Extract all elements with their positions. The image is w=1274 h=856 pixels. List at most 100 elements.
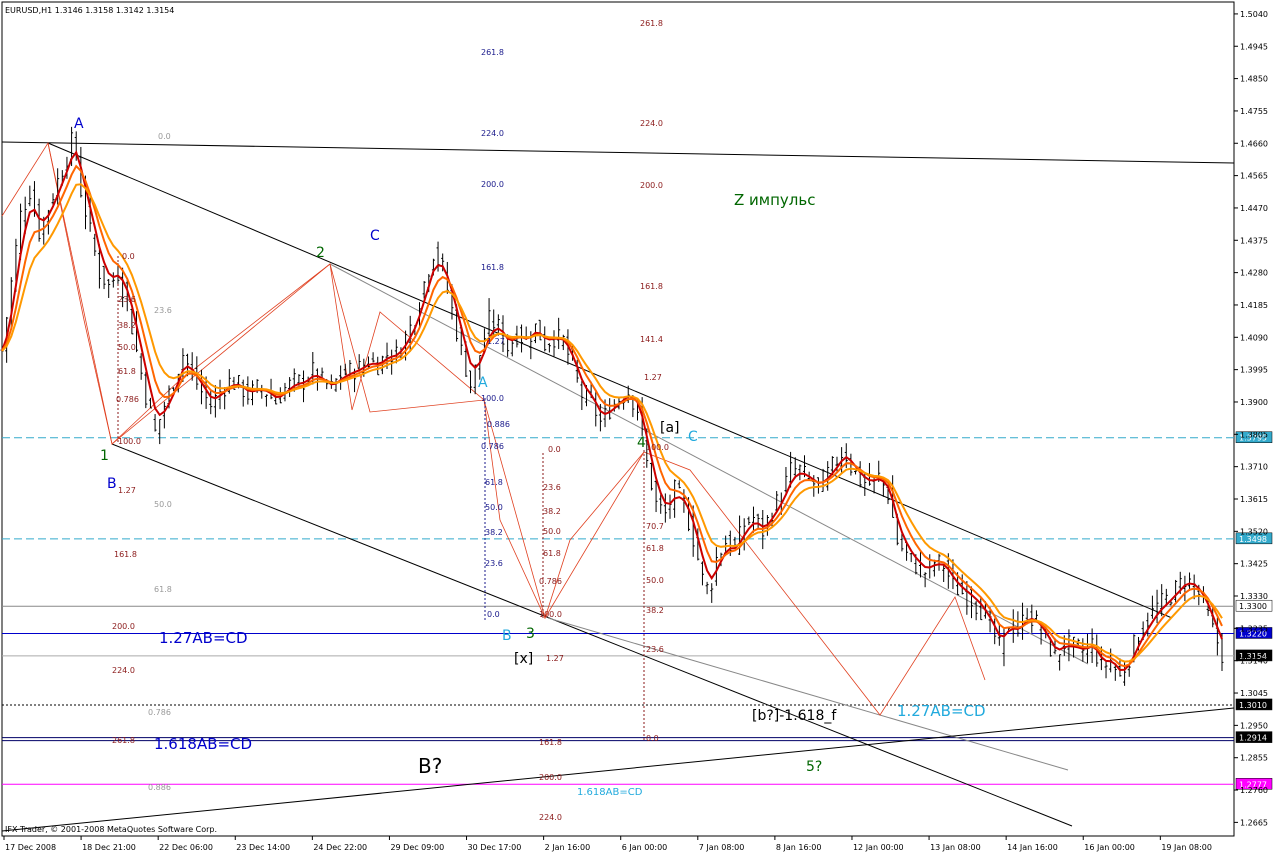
- price-tick-label: 1.4375: [1240, 236, 1268, 245]
- price-tick-label: 1.3330: [1240, 592, 1268, 601]
- price-level-label: 1.3300: [1239, 602, 1267, 611]
- wave-label-5: 5?: [806, 759, 822, 775]
- wave-label-4: 4: [637, 435, 646, 451]
- time-axis: 17 Dec 2008 18 Dec 21:00 22 Dec 06:00 23 De…: [3, 836, 1212, 852]
- fib-label: 261.8: [481, 48, 504, 57]
- wave-label-c-cyan: C: [688, 429, 698, 445]
- price-tick-label: 1.3995: [1240, 366, 1268, 375]
- price-tick-label: 1.3710: [1240, 463, 1268, 472]
- time-tick-label: 7 Jan 08:00: [699, 843, 745, 852]
- time-tick-label: 30 Dec 17:00: [468, 843, 522, 852]
- abcd-127-blue: 1.27AB=CD: [159, 629, 248, 647]
- plot-area: [1, 1, 1235, 837]
- price-tick-label: 1.5040: [1240, 10, 1268, 19]
- price-tick-label: 1.3520: [1240, 527, 1268, 536]
- wave-label-2: 2: [316, 245, 325, 261]
- fib-label: 224.0: [539, 813, 562, 822]
- price-tick-label: 1.3045: [1240, 689, 1268, 698]
- fib-label: 0.0: [158, 132, 171, 141]
- time-tick-label: 13 Jan 08:00: [930, 843, 981, 852]
- wave-label-a-bracket: [a]: [660, 420, 680, 436]
- fib-label: 0.0: [122, 252, 135, 261]
- price-tick-label: 1.4185: [1240, 301, 1268, 310]
- fib-label: 0.786: [148, 708, 171, 717]
- fib-label: 200.0: [539, 773, 562, 782]
- price-chart[interactable]: 1.37951.34981.33001.32201.31541.30101.29…: [0, 0, 1274, 856]
- wave-label-1: 1: [100, 448, 109, 464]
- time-tick-label: 19 Jan 08:00: [1161, 843, 1212, 852]
- copyright-text: IFX Trader, © 2001-2008 MetaQuotes Softw…: [5, 825, 217, 834]
- price-tick-label: 1.3425: [1240, 560, 1268, 569]
- fib-label: 224.0: [112, 666, 135, 675]
- price-tick-label: 1.4660: [1240, 139, 1268, 148]
- fib-label: 23.6: [543, 483, 561, 492]
- price-tick-label: 1.4565: [1240, 172, 1268, 181]
- wave-label-a: A: [74, 116, 84, 132]
- chart-header: EURUSD,H1 1.3146 1.3158 1.3142 1.3154: [5, 6, 174, 15]
- time-tick-label: 23 Dec 14:00: [236, 843, 290, 852]
- price-tick-label: 1.3900: [1240, 398, 1268, 407]
- fib-label: 1.27: [487, 337, 505, 346]
- abcd-1618-blue: 1.618AB=CD: [154, 735, 252, 753]
- abcd-1618-cyan: 1.618AB=CD: [577, 787, 643, 798]
- fib-label: 200.0: [481, 180, 504, 189]
- price-tick-label: 1.4850: [1240, 75, 1268, 84]
- time-tick-label: 6 Jan 00:00: [622, 843, 668, 852]
- wave-label-b-cyan: B: [502, 628, 512, 644]
- time-tick-label: 18 Dec 21:00: [82, 843, 136, 852]
- time-tick-label: 16 Jan 00:00: [1084, 843, 1135, 852]
- fib-label: 61.8: [485, 478, 503, 487]
- fib-label: 224.0: [481, 129, 504, 138]
- time-tick-label: 17 Dec 2008: [5, 843, 56, 852]
- fib-label: 61.8: [118, 367, 136, 376]
- time-tick-label: 12 Jan 00:00: [853, 843, 904, 852]
- fib-label: 100.0: [539, 610, 562, 619]
- fib-label: 261.8: [640, 19, 663, 28]
- abcd-127-cyan: 1.27AB=CD: [897, 702, 986, 720]
- time-tick-label: 29 Dec 09:00: [390, 843, 444, 852]
- price-tick-label: 1.4090: [1240, 333, 1268, 342]
- fib-label: 50.0: [485, 503, 503, 512]
- fib-label: 0.0: [646, 734, 659, 743]
- time-tick-label: 8 Jan 16:00: [776, 843, 822, 852]
- fib-label: 100.0: [646, 443, 669, 452]
- fib-label: 23.6: [646, 645, 664, 654]
- price-tick-label: 1.4755: [1240, 107, 1268, 116]
- price-tick-label: 1.3615: [1240, 495, 1268, 504]
- wave-label-a-cyan: A: [478, 375, 488, 391]
- fib-label: 0.886: [148, 783, 171, 792]
- wave-label-b-question: B?: [418, 754, 442, 778]
- fib-label: 141.4: [640, 335, 663, 344]
- fib-label: 1.27: [644, 373, 662, 382]
- fib-label: 61.8: [543, 549, 561, 558]
- fib-label: 100.0: [481, 394, 504, 403]
- price-tick-label: 1.3805: [1240, 430, 1268, 439]
- fib-label: 23.6: [154, 306, 172, 315]
- fib-label: 161.8: [114, 550, 137, 559]
- fib-label: 0.0: [548, 445, 561, 454]
- fib-label: 61.8: [646, 544, 664, 553]
- fib-label: 0.786: [539, 577, 562, 586]
- fib-label: 0.786: [481, 442, 504, 451]
- wave-label-b: B: [107, 476, 117, 492]
- price-tick-label: 1.3235: [1240, 624, 1268, 633]
- wave-label-z-impulse: Z импульс: [734, 191, 815, 209]
- fib-label: 50.0: [118, 343, 136, 352]
- time-tick-label: 24 Dec 22:00: [313, 843, 367, 852]
- fib-label: 161.8: [640, 282, 663, 291]
- wave-label-b-bracket: [b?]-1.618_f: [752, 708, 837, 724]
- time-tick-label: 2 Jan 16:00: [545, 843, 591, 852]
- time-tick-label: 14 Jan 16:00: [1007, 843, 1058, 852]
- price-tick-label: 1.2665: [1240, 818, 1268, 827]
- fib-label: 200.0: [640, 181, 663, 190]
- fib-label: 50.0: [154, 500, 172, 509]
- fib-label: 200.0: [112, 622, 135, 631]
- price-tick-label: 1.3140: [1240, 657, 1268, 666]
- fib-label: 23.6: [118, 295, 136, 304]
- price-tick-label: 1.2760: [1240, 786, 1268, 795]
- fib-label: 1.27: [546, 654, 564, 663]
- fib-label: 224.0: [640, 119, 663, 128]
- fib-label: 38.2: [646, 606, 664, 615]
- fib-label: 50.0: [543, 527, 561, 536]
- fib-label: 0.786: [116, 395, 139, 404]
